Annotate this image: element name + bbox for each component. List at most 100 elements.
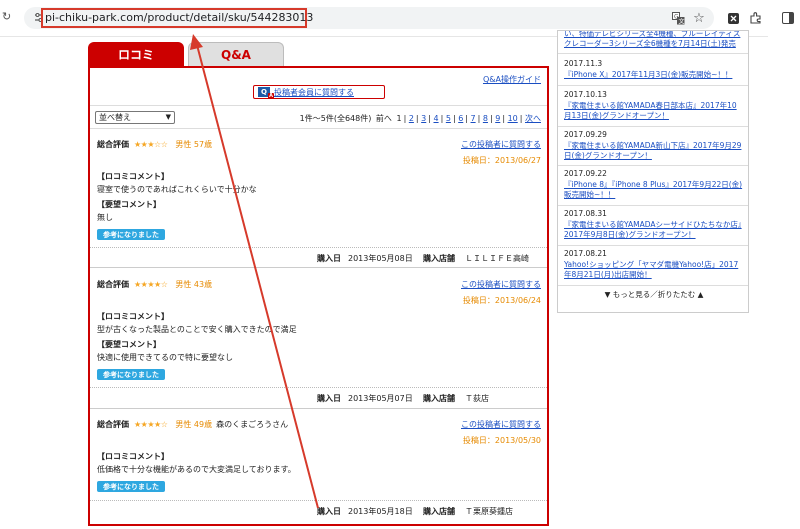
pager-prev: 前へ [375,114,392,123]
purchase-date: 2013年05月07日 [348,394,413,403]
request-text: 快適に使用できてるので特に要望なし [97,353,233,362]
request-title: 【要望コメント】 [97,340,161,349]
comment-title: 【ロコミコメント】 [97,312,169,321]
news-link[interactable]: 『家電住まいる館YAMADA新山下店』2017年9月29日(金)グランドオープン… [564,141,744,161]
store-name: Ｔ荻店 [465,394,489,403]
post-date: 投稿日：2013/06/24 [462,296,541,305]
pager-page[interactable]: 3 [421,114,426,123]
svg-text:文: 文 [678,17,684,25]
reload-icon[interactable]: ↻ [2,11,12,22]
purchase-date-label: 購入日 [317,507,341,516]
news-date: 2017.08.31 [564,209,607,218]
pager-page[interactable]: 7 [471,114,476,123]
news-date: 2017.10.13 [564,90,607,99]
purchase-date: 2013年05月18日 [348,507,413,516]
pager-page[interactable]: 6 [458,114,463,123]
news-divider [558,165,748,166]
news-item: 2017.11.3 『iPhone X』2017年11月3日(金)販売開始~！！ [564,59,744,80]
comment-text: 低価格で十分な機能があるので大変満足しております。 [97,465,296,474]
news-link[interactable]: 『iPhone 8』『iPhone 8 Plus』2017年9月22日(金)販売… [564,180,744,200]
purchase-info: 購入日 2013年05月07日 購入店舗 Ｔ荻店 [90,387,547,407]
comment-text: 寝室で使うのであればこれくらいで十分かな [97,185,257,194]
helpful-button[interactable]: 参考になりました [97,369,165,380]
translate-icon[interactable]: G文 [671,11,685,25]
news-link[interactable]: Yahoo!ショッピング「ヤマダ電機Yahoo!店」2017年8月21日(月)出… [564,260,744,280]
news-link[interactable]: 『家電住まいる館YAMADAシーサイドひたちなか店』2017年9月8日(金)グラ… [564,220,744,240]
news-item: 2017.08.21 Yahoo!ショッピング「ヤマダ電機Yahoo!店」201… [564,249,744,280]
post-date: 投稿日：2013/06/27 [462,156,541,165]
rating-label: 総合評価 [97,420,129,429]
news-date: 2017.11.3 [564,59,603,68]
review-header: 総合評価 ★★★★☆ 男性 43歳 [97,279,212,290]
news-item: い、特価テレビシリーズ全4機種、ブルーレイディスクレコーダー3シリーズ全6機種を… [564,31,744,49]
review-item: 総合評価 ★★★★☆ 男性 49歳 森のくまごろうさん この投稿者に質問する 投稿日：… [90,419,547,529]
review-header: 総合評価 ★★★☆☆ 男性 57歳 [97,139,212,150]
pager-page-current: 1 [396,114,402,123]
rating-label: 総合評価 [97,140,129,149]
news-link[interactable]: い、特価テレビシリーズ全4機種、ブルーレイディスクレコーダー3シリーズ全6機種を… [564,31,744,49]
post-date: 投稿日：2013/05/30 [462,436,541,445]
tab-qa[interactable]: Q&A [188,42,284,67]
purchase-date: 2013年05月08日 [348,254,413,263]
sort-select-value: 並べ替え [99,113,131,122]
review-divider [90,408,547,409]
news-item: 2017.10.13 『家電住まいる館YAMADA春日部本店』2017年10月1… [564,90,744,121]
review-panel: Q&A操作ガイド Q 投稿者会員に質問する 並べ替え ▼ 1件～5件(全648件… [88,66,549,526]
reviewer-gender-age: 男性 43歳 [175,280,213,289]
sort-select[interactable]: 並べ替え ▼ [95,111,175,124]
news-divider [558,53,748,54]
news-panel: い、特価テレビシリーズ全4機種、ブルーレイディスクレコーダー3シリーズ全6機種を… [557,30,749,313]
pager-page[interactable]: 10 [508,114,518,123]
purchase-info: 購入日 2013年05月08日 購入店舗 ＬＩＬＩＦＥ高崎 [90,247,547,267]
qa-guide-link[interactable]: Q&A操作ガイド [483,74,541,85]
store-label: 購入店舗 [423,394,455,403]
news-item: 2017.08.31 『家電住まいる館YAMADAシーサイドひたちなか店』201… [564,209,744,240]
star-icon[interactable]: ☆ [692,11,706,26]
purchase-date-label: 購入日 [317,394,341,403]
review-item: 総合評価 ★★★★☆ 男性 43歳 この投稿者に質問する 投稿日：2013/06/2… [90,279,547,409]
ask-reviewer-link[interactable]: この投稿者に質問する [461,139,541,150]
helpful-button[interactable]: 参考になりました [97,481,165,492]
store-name: Ｔ栗原葵鍾店 [465,507,513,516]
news-item: 2017.09.22 『iPhone 8』『iPhone 8 Plus』2017… [564,169,744,200]
news-link[interactable]: 『家電住まいる館YAMADA春日部本店』2017年10月13日(金)グランドオー… [564,101,744,121]
store-label: 購入店舗 [423,254,455,263]
news-item: 2017.09.29 『家電住まいる館YAMADA新山下店』2017年9月29日… [564,130,744,161]
pager-next[interactable]: 次へ [525,114,541,123]
pager-page[interactable]: 8 [483,114,488,123]
ask-reviewer-link[interactable]: この投稿者に質問する [461,279,541,290]
reviewer-nickname: 森のくまごろうさん [216,420,289,429]
request-section: 【要望コメント】 無し [97,199,161,223]
news-divider [558,205,748,206]
news-date: 2017.08.21 [564,249,607,258]
purchase-date-label: 購入日 [317,254,341,263]
request-text: 無し [97,213,113,222]
ask-member-button[interactable]: Q 投稿者会員に質問する [253,85,385,99]
news-date: 2017.09.22 [564,169,607,178]
rating-label: 総合評価 [97,280,129,289]
news-divider [558,126,748,127]
pager-page[interactable]: 4 [434,114,439,123]
news-divider [558,285,748,286]
sidepanel-icon[interactable] [781,11,795,25]
more-toggle[interactable]: ▼ もっと見る／折りたたむ ▲ [558,289,748,300]
reviewer-gender-age: 男性 57歳 [175,140,213,149]
pager-page[interactable]: 5 [446,114,451,123]
url-text[interactable]: pi-chiku-park.com/product/detail/sku/544… [45,11,313,24]
news-date: 2017.09.29 [564,130,607,139]
review-header: 総合評価 ★★★★☆ 男性 49歳 森のくまごろうさん [97,419,288,430]
ask-reviewer-link[interactable]: この投稿者に質問する [461,419,541,430]
rating-stars: ★★★★☆ [134,420,168,429]
pager-page[interactable]: 9 [495,114,500,123]
review-item: 総合評価 ★★★☆☆ 男性 57歳 この投稿者に質問する 投稿日：2013/06/2… [90,139,547,269]
news-link[interactable]: 『iPhone X』2017年11月3日(金)販売開始~！！ [564,70,744,80]
extension-icon[interactable] [726,11,740,25]
helpful-button[interactable]: 参考になりました [97,229,165,240]
tab-review[interactable]: ロコミ [88,42,184,67]
pager-page[interactable]: 2 [409,114,414,123]
request-title: 【要望コメント】 [97,200,161,209]
store-label: 購入店舗 [423,507,455,516]
puzzle-icon[interactable] [749,11,763,25]
scrollbar[interactable] [768,36,800,514]
request-section: 【要望コメント】 快適に使用できてるので特に要望なし [97,339,233,363]
